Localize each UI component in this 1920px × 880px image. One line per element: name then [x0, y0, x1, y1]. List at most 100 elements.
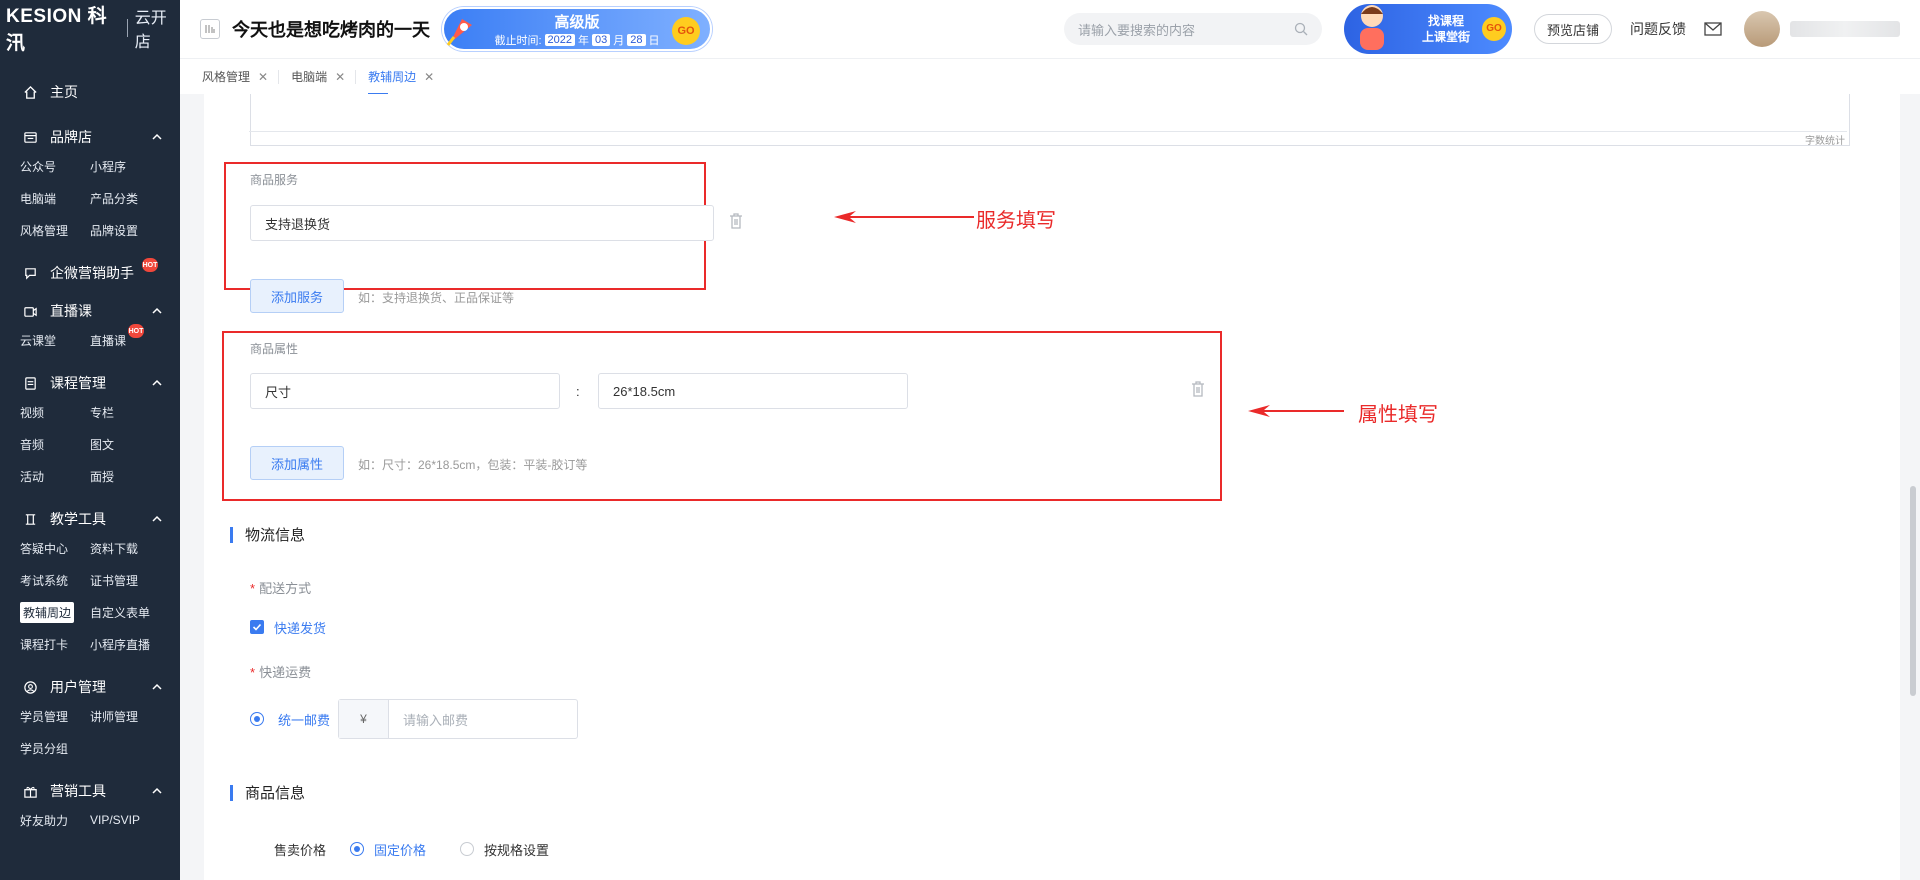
section-title: 教学工具	[50, 511, 106, 527]
annotation-service: 服务填写	[976, 210, 1056, 232]
sidebar-item-student-groups[interactable]: 学员分组	[20, 736, 90, 760]
uniform-fee-option[interactable]: 统一邮费	[278, 710, 330, 729]
preview-store-button[interactable]: 预览店铺	[1533, 14, 1612, 44]
search-icon[interactable]	[1294, 22, 1308, 36]
tab-style[interactable]: 风格管理 ✕	[202, 59, 278, 95]
sidebar-item-students[interactable]: 学员管理	[20, 704, 90, 728]
service-label: 商品服务	[250, 173, 299, 187]
delivery-label: * 配送方式	[250, 581, 312, 596]
attribute-value-input[interactable]: 26*18.5cm	[598, 373, 908, 409]
vip-level: 高级版	[554, 13, 600, 31]
by-spec-option[interactable]: 按规格设置	[484, 840, 549, 859]
close-icon[interactable]: ✕	[335, 70, 345, 84]
sidebar-section-users[interactable]: 用户管理	[0, 672, 180, 702]
description-editor[interactable]: 字数统计	[249, 94, 1850, 147]
mail-icon[interactable]	[1704, 22, 1722, 36]
price-label: 售卖价格	[274, 843, 327, 858]
sidebar-item-checkin[interactable]: 课程打卡	[20, 632, 90, 656]
promo-line2: 上课堂街	[1421, 30, 1470, 44]
course-street-banner[interactable]: 找课程 上课堂街 GO	[1343, 4, 1512, 54]
sidebar-section-live[interactable]: 直播课	[0, 296, 180, 326]
radio-fixed-price[interactable]	[350, 842, 364, 856]
chevron-up-icon	[152, 133, 162, 140]
fee-input[interactable]: 请输入邮费	[389, 700, 577, 738]
brand[interactable]: KESION 科汛 云开店	[0, 0, 180, 56]
radio-uniform-fee[interactable]	[250, 712, 264, 726]
sidebar-item-column[interactable]: 专栏	[90, 400, 180, 424]
sidebar-item-product-category[interactable]: 产品分类	[90, 186, 180, 210]
scrollbar-thumb[interactable]	[1910, 486, 1916, 696]
close-icon[interactable]: ✕	[424, 70, 434, 84]
fee-input-group[interactable]: ¥ 请输入邮费	[338, 699, 578, 739]
trash-icon[interactable]	[728, 212, 744, 230]
section-title: 营销工具	[50, 783, 106, 799]
sidebar-item-vip[interactable]: VIP/SVIP	[90, 808, 180, 832]
sidebar-item-custom-form[interactable]: 自定义表单	[90, 600, 180, 624]
sidebar-item-home[interactable]: 主页	[0, 78, 180, 106]
sidebar-home-label: 主页	[50, 84, 78, 100]
sidebar-item-mini-program[interactable]: 小程序	[90, 154, 180, 178]
feedback-link[interactable]: 问题反馈	[1630, 19, 1686, 39]
delivery-express-option[interactable]: 快递发货	[274, 618, 326, 637]
tab-pc[interactable]: 电脑端 ✕	[278, 69, 355, 84]
username-blurred[interactable]	[1790, 21, 1900, 37]
main-content: 字数统计 商品服务 支持退换货 添加服务 如：支持退换货、正品保证等 服务填写 …	[204, 94, 1900, 880]
currency-prefix: ¥	[339, 700, 389, 738]
trash-icon[interactable]	[1190, 380, 1206, 398]
search-input[interactable]: 请输入要搜索的内容	[1063, 13, 1322, 45]
sidebar-item-exam[interactable]: 考试系统	[20, 568, 90, 592]
add-service-button[interactable]: 添加服务	[250, 279, 345, 313]
sidebar-item-teaching-aids[interactable]: 教辅周边	[20, 600, 90, 624]
promo-go-button[interactable]: GO	[1481, 17, 1506, 41]
fee-label: * 快递运费	[250, 665, 312, 680]
sidebar-item-official-account[interactable]: 公众号	[20, 154, 90, 178]
sidebar-item-teachers[interactable]: 讲师管理	[90, 704, 180, 728]
fixed-price-option[interactable]: 固定价格	[374, 840, 426, 859]
sidebar-item-activity[interactable]: 活动	[20, 464, 90, 488]
sidebar-item-mini-live[interactable]: 小程序直播	[90, 632, 180, 656]
video-icon	[22, 303, 38, 319]
avatar[interactable]	[1744, 11, 1780, 47]
sidebar-item-style[interactable]: 风格管理	[20, 218, 90, 242]
store-icon	[22, 129, 38, 145]
sidebar-item-offline[interactable]: 面授	[90, 464, 180, 488]
scrollbar[interactable]	[1910, 94, 1916, 880]
sidebar-item-qa[interactable]: 答疑中心	[20, 536, 90, 560]
sidebar-item-brand-settings[interactable]: 品牌设置	[90, 218, 180, 242]
sidebar-item-live-course[interactable]: 直播课 HOT	[90, 324, 180, 352]
vip-banner[interactable]: 高级版 截止时间: 2022 年 03 月 28 日 GO	[442, 7, 712, 51]
tab-teaching-aids[interactable]: 教辅周边 ✕	[355, 69, 444, 95]
sidebar-section-teaching-tools[interactable]: 教学工具	[0, 504, 180, 534]
collapse-menu-icon[interactable]	[200, 19, 220, 39]
attribute-name-input[interactable]: 尺寸	[250, 373, 560, 409]
sidebar-section-brand-store[interactable]: 品牌店	[0, 122, 180, 152]
sidebar-item-friend-help[interactable]: 好友助力	[20, 808, 90, 832]
chat-icon	[22, 265, 38, 281]
attribute-label: 商品属性	[250, 342, 299, 356]
sidebar-section-course[interactable]: 课程管理	[0, 368, 180, 398]
sidebar-section-wecom[interactable]: 企微营销助手 HOT	[0, 258, 180, 288]
sidebar-section-marketing[interactable]: 营销工具	[0, 776, 180, 806]
hot-badge: HOT	[142, 258, 158, 272]
close-icon[interactable]: ✕	[258, 70, 268, 84]
section-title: 课程管理	[50, 375, 106, 391]
annotation-box-attribute	[222, 331, 1222, 501]
service-input[interactable]: 支持退换货	[250, 205, 714, 241]
hot-badge: HOT	[128, 324, 144, 338]
sidebar-item-video[interactable]: 视频	[20, 400, 90, 424]
chevron-up-icon	[152, 307, 162, 314]
add-attribute-button[interactable]: 添加属性	[250, 446, 345, 480]
product-info-title: 商品信息	[230, 782, 305, 803]
radio-by-spec[interactable]	[460, 842, 474, 856]
sidebar-item-article[interactable]: 图文	[90, 432, 180, 456]
sidebar-item-audio[interactable]: 音频	[20, 432, 90, 456]
mascot-icon	[1359, 5, 1384, 50]
checkbox-checked[interactable]	[250, 620, 264, 634]
sidebar-item-downloads[interactable]: 资料下载	[90, 536, 180, 560]
sidebar-item-cloud-class[interactable]: 云课堂	[20, 328, 90, 352]
vip-go-button[interactable]: GO	[672, 17, 700, 45]
sidebar-item-certificate[interactable]: 证书管理	[90, 568, 180, 592]
section-title: 直播课	[50, 303, 92, 319]
sidebar-item-pc[interactable]: 电脑端	[20, 186, 90, 210]
arrow-left-icon	[834, 211, 974, 223]
